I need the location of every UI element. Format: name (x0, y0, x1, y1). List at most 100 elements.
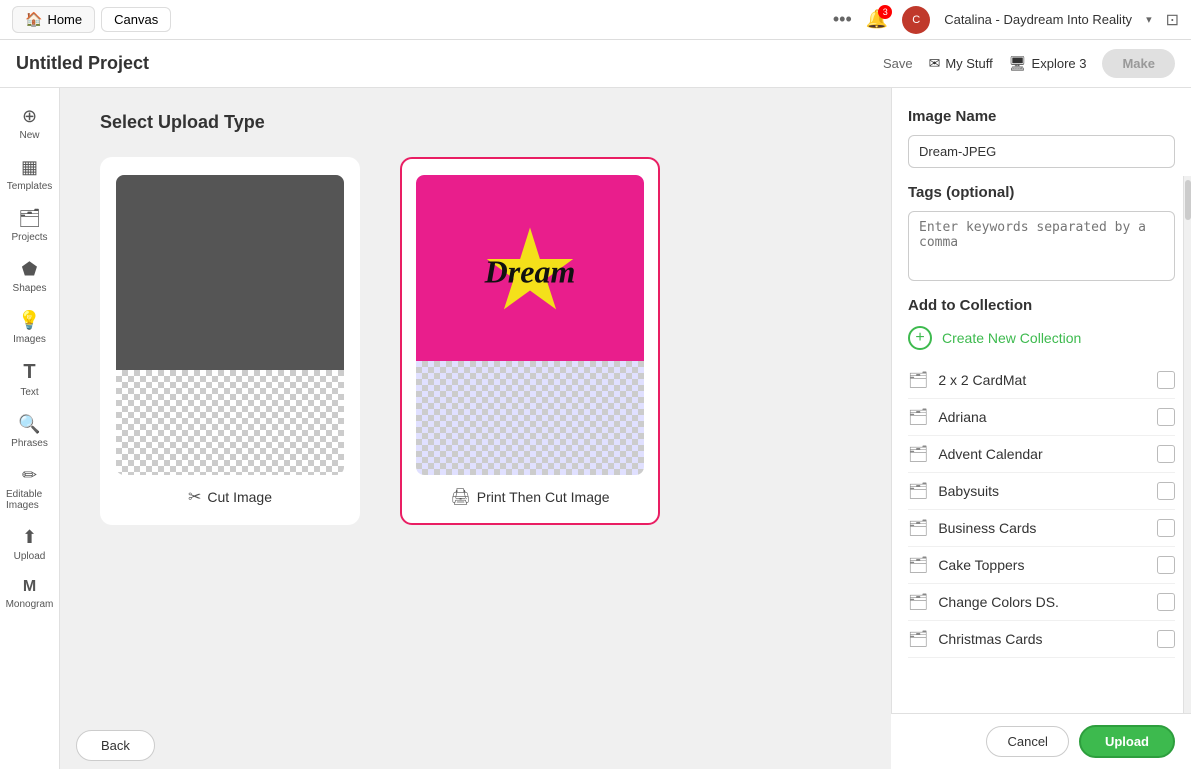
sidebar-item-phrases[interactable]: 🔍 Phrases (0, 406, 59, 457)
create-new-label: Create New Collection (942, 330, 1081, 346)
ptc-top-section: Dream (416, 175, 644, 361)
sidebar-item-text[interactable]: T Text (0, 353, 59, 406)
templates-icon: ▦ (21, 157, 38, 178)
canvas-tab[interactable]: Canvas (101, 7, 171, 32)
home-tab-label: Home (47, 12, 82, 27)
print-then-cut-card[interactable]: Dream 🖨 Print Then Cut Image (400, 157, 660, 525)
scrollbar-track[interactable] (1183, 176, 1191, 713)
monogram-icon: M (23, 578, 36, 596)
panel-bottom-actions: Cancel Upload (891, 713, 1191, 769)
sidebar-label-phrases: Phrases (11, 438, 48, 449)
collection-item-left: 🗂 Change Colors DS. (908, 592, 1059, 612)
images-icon: 💡 (18, 310, 40, 331)
sidebar-item-projects[interactable]: 🗂 Projects (0, 200, 59, 251)
sidebar-label-templates: Templates (7, 181, 53, 192)
top-bar-left: 🏠 Home Canvas (12, 6, 825, 33)
sidebar-item-monogram[interactable]: M Monogram (0, 570, 59, 618)
sidebar-label-projects: Projects (11, 232, 47, 243)
cut-image-bg (116, 175, 344, 370)
sidebar-label-text: Text (20, 387, 38, 398)
project-title: Untitled Project (16, 53, 149, 74)
collection-item-left: 🗂 2 x 2 CardMat (908, 370, 1026, 390)
collection-item: 🗂 Change Colors DS. (908, 584, 1175, 621)
my-stuff-button[interactable]: ✉ My Stuff (929, 55, 993, 72)
second-bar: Untitled Project Save ✉ My Stuff 🖥 Explo… (0, 40, 1191, 88)
notification-badge: 3 (878, 5, 892, 19)
collection-name: Change Colors DS. (938, 594, 1059, 610)
right-panel: Image Name Tags (optional) Add to Collec… (891, 88, 1191, 769)
collections-list: 🗂 2 x 2 CardMat 🗂 Adriana 🗂 Advent Calen… (908, 362, 1175, 658)
collection-checkbox[interactable] (1157, 445, 1175, 463)
collection-item: 🗂 Cake Toppers (908, 547, 1175, 584)
make-button[interactable]: Make (1102, 49, 1175, 78)
dream-text: Dream (485, 253, 576, 290)
home-icon: 🏠 (25, 11, 42, 28)
sidebar-label-editable-images: Editable Images (6, 489, 53, 511)
cancel-button[interactable]: Cancel (986, 726, 1068, 757)
collection-checkbox[interactable] (1157, 519, 1175, 537)
shapes-icon: ⬟ (22, 259, 38, 280)
create-collection-icon: + (908, 326, 932, 350)
sidebar-label-monogram: Monogram (6, 599, 54, 610)
more-options-icon[interactable]: ••• (833, 9, 852, 30)
save-button[interactable]: Save (883, 56, 913, 71)
collection-item-left: 🗂 Babysuits (908, 481, 999, 501)
sidebar-item-shapes[interactable]: ⬟ Shapes (0, 251, 59, 302)
sidebar-item-images[interactable]: 💡 Images (0, 302, 59, 353)
tags-input[interactable] (908, 211, 1175, 281)
image-name-label: Image Name (908, 108, 1175, 125)
upload-button[interactable]: Upload (1079, 725, 1175, 758)
back-button[interactable]: Back (76, 730, 155, 761)
scissors-icon: ✂ (188, 487, 201, 507)
folder-icon: 🗂 (908, 407, 928, 427)
ptc-bottom-section (416, 361, 644, 475)
sidebar-item-upload[interactable]: ⬆ Upload (0, 519, 59, 570)
sidebar-item-templates[interactable]: ▦ Templates (0, 149, 59, 200)
home-tab[interactable]: 🏠 Home (12, 6, 95, 33)
cut-image-text: Cut Image (207, 489, 272, 505)
create-new-collection-button[interactable]: + Create New Collection (908, 326, 1175, 350)
print-cut-content: Dream (416, 175, 644, 475)
window-icon[interactable]: ⊡ (1166, 10, 1179, 30)
collection-checkbox[interactable] (1157, 482, 1175, 500)
sidebar: ⊕ New ▦ Templates 🗂 Projects ⬟ Shapes 💡 … (0, 88, 60, 769)
sidebar-label-new: New (19, 130, 39, 141)
sidebar-item-new[interactable]: ⊕ New (0, 98, 59, 149)
folder-icon: 🗂 (908, 370, 928, 390)
text-icon: T (23, 361, 35, 384)
cut-image-card[interactable]: ✂ Cut Image (100, 157, 360, 525)
collection-name: Advent Calendar (938, 446, 1042, 462)
sidebar-label-upload: Upload (14, 551, 46, 562)
print-cut-label: 🖨 Print Then Cut Image (450, 487, 609, 507)
tags-label: Tags (optional) (908, 184, 1175, 201)
collection-name: Business Cards (938, 520, 1036, 536)
content-area: Select Upload Type ✂ Cut Image (60, 88, 891, 769)
notifications-bell[interactable]: 🔔 3 (866, 9, 888, 30)
scrollbar-thumb[interactable] (1185, 180, 1191, 220)
collection-item-left: 🗂 Cake Toppers (908, 555, 1024, 575)
collection-item: 🗂 Babysuits (908, 473, 1175, 510)
user-menu-chevron[interactable]: ▾ (1146, 13, 1152, 26)
folder-icon: 🗂 (908, 592, 928, 612)
cut-image-preview (116, 175, 344, 475)
collection-checkbox[interactable] (1157, 556, 1175, 574)
folder-icon: 🗂 (908, 629, 928, 649)
cut-image-checker (116, 370, 344, 475)
explore-button[interactable]: 🖥 Explore 3 (1009, 55, 1087, 72)
collection-checkbox[interactable] (1157, 630, 1175, 648)
collection-item: 🗂 Adriana (908, 399, 1175, 436)
collection-item: 🗂 2 x 2 CardMat (908, 362, 1175, 399)
collection-checkbox[interactable] (1157, 408, 1175, 426)
sidebar-label-images: Images (13, 334, 46, 345)
collection-checkbox[interactable] (1157, 371, 1175, 389)
print-cut-text: Print Then Cut Image (477, 489, 610, 505)
image-name-input[interactable] (908, 135, 1175, 168)
folder-icon: 🗂 (908, 518, 928, 538)
my-stuff-icon: ✉ (929, 55, 941, 72)
folder-icon: 🗂 (908, 444, 928, 464)
collection-checkbox[interactable] (1157, 593, 1175, 611)
collection-name: Christmas Cards (938, 631, 1042, 647)
sidebar-item-editable-images[interactable]: ✏ Editable Images (0, 457, 59, 519)
collection-item-left: 🗂 Adriana (908, 407, 987, 427)
projects-icon: 🗂 (18, 208, 41, 229)
